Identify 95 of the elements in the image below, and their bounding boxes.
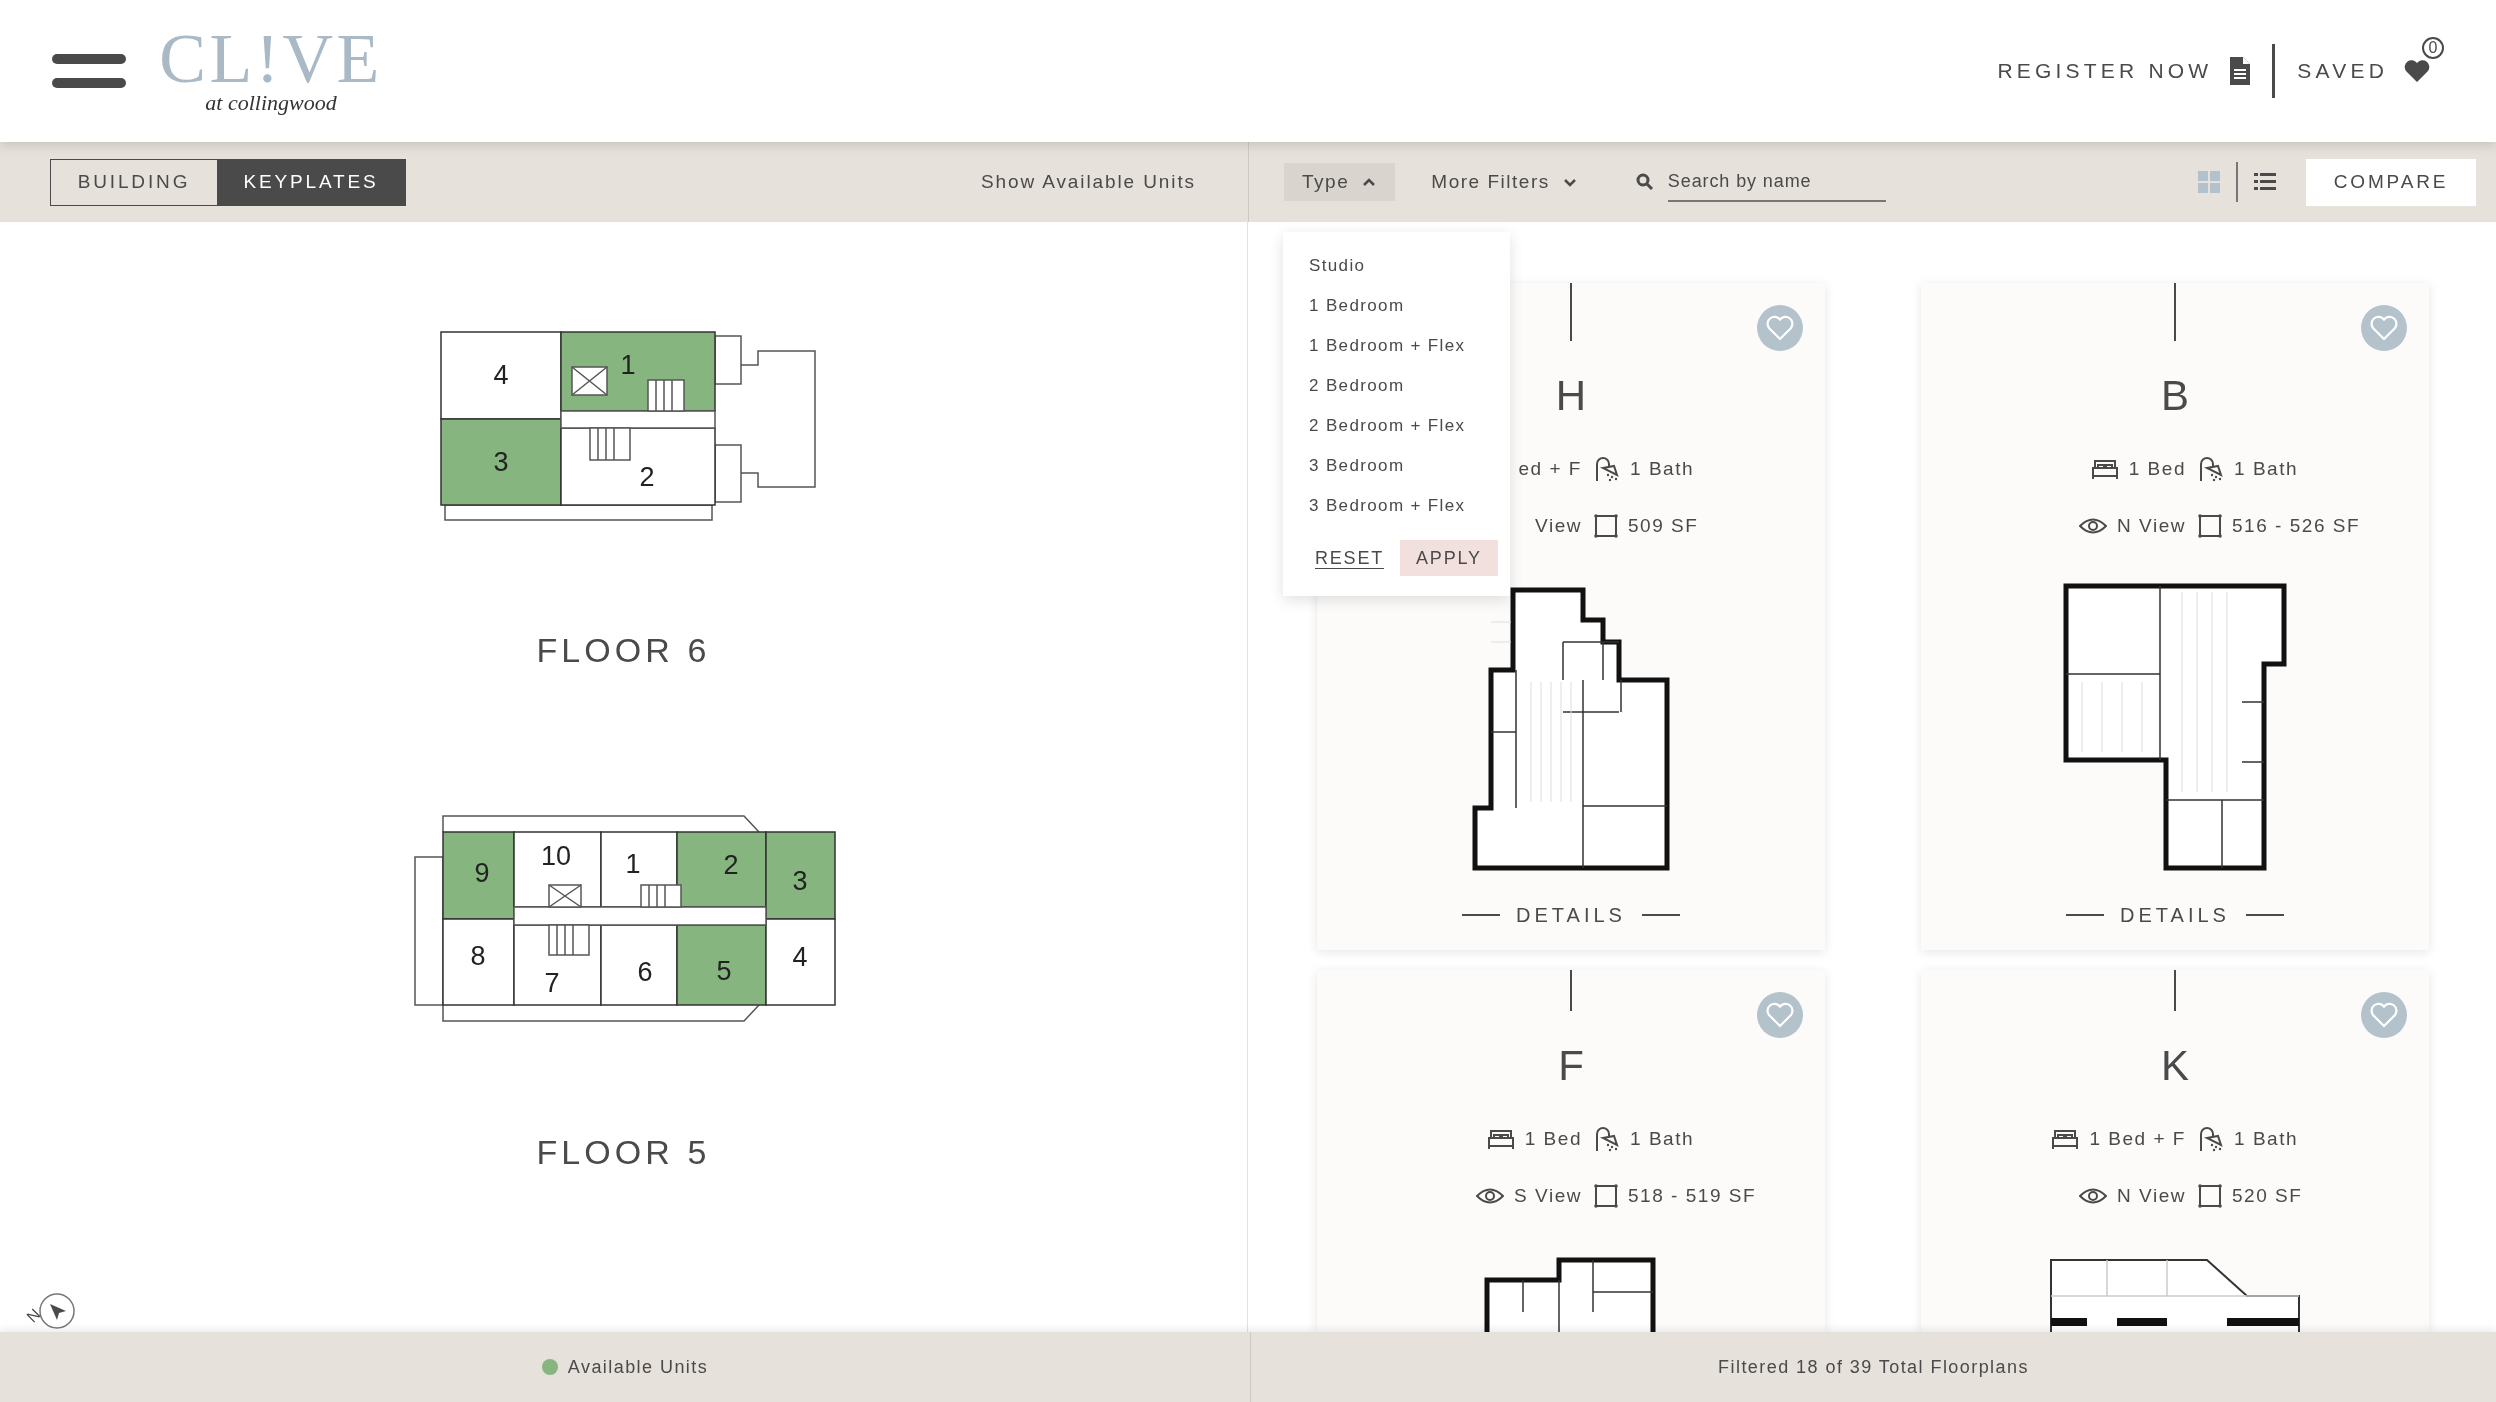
heart-outline-icon [1766,1002,1794,1028]
compass-label: N [24,1306,44,1326]
area-icon [2198,1183,2222,1208]
plan-name: H [1555,375,1587,417]
details-link[interactable]: DETAILS [1462,900,1680,930]
area-icon [2198,513,2222,538]
plan-stat: 1 Bath [2234,457,2299,481]
floor-title: FLOOR 6 [536,633,711,667]
unit-area[interactable] [764,831,836,920]
plan-name: B [2161,375,2189,417]
unit-area[interactable] [441,918,515,1006]
search-icon [1635,173,1654,191]
unit-number: 4 [493,360,508,390]
bed-icon [1486,1128,1515,1151]
unit-number: 7 [544,968,559,998]
eye-icon [2079,516,2108,535]
unit-number: 2 [723,850,738,880]
view-tab[interactable]: KEYPLATES [217,159,405,205]
elevator-icon [547,884,582,908]
bed-icon [2090,458,2119,481]
unit-number: 1 [620,350,635,380]
plan-stat: 1 Bed [1524,1127,1582,1151]
area-icon [1594,1183,1618,1208]
plan-stat: ed + F [1518,457,1582,481]
details-link[interactable]: DETAILS [2066,900,2284,930]
plan-stat: 1 Bed [2128,457,2186,481]
filter-dropdown[interactable]: More Filters [1413,163,1596,201]
floorplan-card[interactable]: F 1 Bed 1 Bath S View 518 - 519 SF [1317,970,1825,1332]
list-view-icon[interactable] [2254,173,2276,191]
eye-icon [2079,1186,2108,1205]
plan-stat: View [1535,513,1582,538]
shower-icon [2198,1126,2224,1153]
plan-stat: 509 SF [1628,513,1699,538]
elevator-icon [570,366,608,396]
unit-area[interactable] [675,924,767,1006]
plan-stat: S View [1514,1183,1582,1208]
unit-area[interactable] [764,918,836,1006]
stair-icon [646,379,685,412]
plan-stat: 520 SF [2232,1183,2303,1208]
heart-icon [2404,59,2430,83]
shower-icon [1594,1126,1620,1153]
plan-name: K [2161,1045,2189,1087]
floorplan-card[interactable]: B 1 Bed 1 Bath N View 516 - 526 SF DETAILS [1921,283,2429,950]
shower-icon [1594,456,1620,483]
plan-stat: 1 Bath [2234,1127,2299,1151]
unit-number: 4 [792,942,807,972]
plan-name: F [1558,1045,1584,1087]
show-available-toggle[interactable]: Show Available Units [980,167,1196,197]
unit-area[interactable] [441,831,515,920]
floorplan-card[interactable]: K 1 Bed + F 1 Bath N View 520 SF [1921,970,2429,1332]
unit-number: 6 [637,957,652,987]
unit-number: 10 [540,841,571,871]
plan-stat: 518 - 519 SF [1628,1183,1757,1208]
plan-stat: 516 - 526 SF [2232,513,2361,538]
heart-outline-icon [1766,315,1794,341]
unit-number: 2 [639,462,654,492]
unit-area[interactable] [599,924,678,1006]
apply-button[interactable]: APPLY [1400,540,1498,576]
search-field[interactable]: Search by name [1667,162,1886,202]
heart-outline-icon [2370,315,2398,341]
unit-area[interactable] [675,831,767,908]
compare-button[interactable]: COMPARE [2306,158,2476,206]
view-tab[interactable]: BUILDING [51,159,217,205]
filter-dropdown[interactable]: Type [1284,163,1396,201]
heart-outline-icon [2370,1002,2398,1028]
unit-number: 9 [474,858,489,888]
unit-number: 3 [493,447,508,477]
saved-count-badge: 0 [2422,37,2444,60]
unit-number: 8 [470,941,485,971]
area-icon [1594,513,1618,538]
plan-stat: 1 Bath [1630,1127,1695,1151]
legend-label: Available Units [567,1355,709,1379]
register-link[interactable]: REGISTER NOW [1997,55,2251,87]
bed-icon [2051,1128,2080,1151]
floor-title: FLOOR 5 [536,1135,711,1169]
plan-stat: 1 Bed + F [2089,1127,2186,1151]
stair-icon [588,427,631,461]
plan-stat: N View [2117,513,2186,538]
reset-button[interactable]: RESET [1315,544,1384,572]
menu-button[interactable] [52,54,126,88]
unit-area[interactable] [439,331,562,420]
type-option[interactable]: Studio [1309,253,1366,279]
logo-tagline: at collingwood [205,91,337,115]
stair-icon [547,924,590,956]
results-summary: Filtered 18 of 39 Total Floorplans [1718,1355,2029,1379]
shower-icon [2198,456,2224,483]
unit-number: 5 [716,956,731,986]
logo-wordmark: CL!VE [159,27,383,91]
stair-icon [639,884,682,908]
unit-number: 1 [625,849,640,879]
eye-icon [1476,1186,1505,1205]
document-icon [2230,57,2251,85]
plan-stat: 1 Bath [1630,457,1695,481]
unit-number: 3 [792,866,807,896]
plan-stat: N View [2117,1183,2186,1208]
